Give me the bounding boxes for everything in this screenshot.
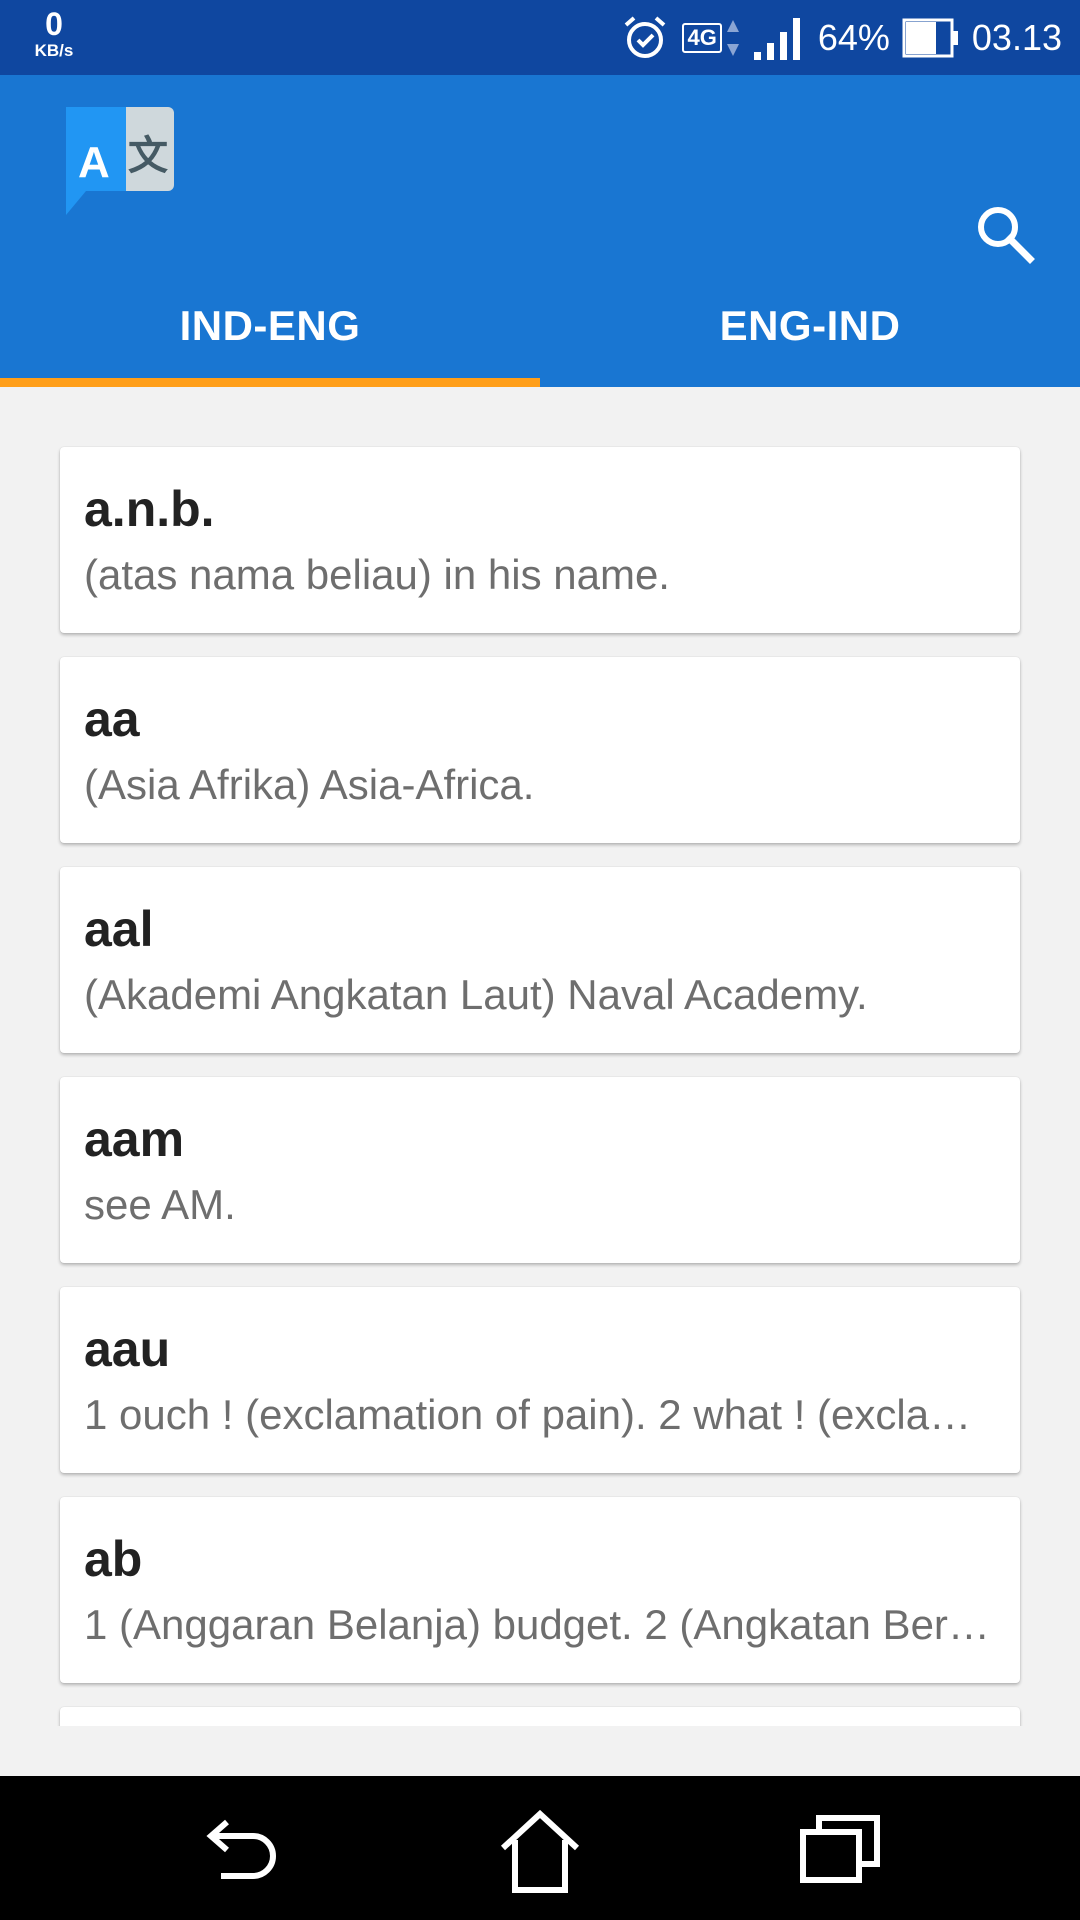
logo-letter: A [78, 138, 110, 187]
battery-percent: 64% [817, 16, 890, 58]
tab-eng-ind[interactable]: ENG-IND [540, 265, 1080, 387]
entry-word: aal [84, 901, 154, 957]
speed-unit: KB/s [34, 41, 74, 60]
alarm-icon [620, 13, 670, 63]
network-speed: 0 KB/s [26, 8, 82, 59]
home-button[interactable] [495, 1806, 585, 1896]
list-item[interactable]: ab 1 (Anggaran Belanja) budget. 2 (Angka… [60, 1497, 1020, 1683]
network-type: 4G [682, 22, 722, 53]
entry-definition: see AM. [84, 1181, 236, 1228]
entry-word: aa [84, 691, 140, 747]
entry-word: ab [84, 1531, 143, 1587]
list-item[interactable]: a.n.b. (atas nama beliau) in his name. [60, 447, 1020, 633]
clock: 03.13 [971, 16, 1062, 58]
list-item[interactable]: aal (Akademi Angkatan Laut) Naval Academ… [60, 867, 1020, 1053]
entry-definition: (atas nama beliau) in his name. [84, 551, 670, 598]
signal-icon [752, 16, 806, 60]
logo-glyph: 文 [128, 133, 168, 179]
list-item-partial[interactable] [60, 1707, 1020, 1726]
back-button[interactable] [195, 1806, 285, 1896]
entry-word: a.n.b. [84, 481, 215, 537]
app-bar: A 文 IND-ENG ENG-IND [0, 75, 1080, 387]
recents-button[interactable] [795, 1806, 885, 1896]
tab-ind-eng[interactable]: IND-ENG [0, 265, 540, 387]
entry-definition: (Asia Afrika) Asia-Africa. [84, 761, 535, 808]
entry-word: aam [84, 1111, 185, 1167]
back-icon [195, 1819, 285, 1900]
battery-icon [902, 18, 960, 58]
translate-logo-icon: A 文 [64, 105, 176, 217]
list-item[interactable]: aau 1 ouch ! (exclamation of pain). 2 wh… [60, 1287, 1020, 1473]
home-icon [495, 1809, 585, 1900]
navigation-bar [0, 1776, 1080, 1920]
search-button[interactable] [972, 201, 1036, 265]
entry-list[interactable]: a.n.b. (atas nama beliau) in his name. a… [0, 387, 1080, 1726]
entry-definition: 1 (Anggaran Belanja) budget. 2 (Angkatan… [84, 1601, 996, 1648]
status-bar: 0 KB/s 4G 64% 03.13 [0, 0, 1080, 75]
speed-value: 0 [45, 6, 63, 42]
network-indicator: 4G [682, 18, 739, 58]
recents-icon [795, 1815, 885, 1900]
entry-definition: (Akademi Angkatan Laut) Naval Academy. [84, 971, 868, 1018]
list-item[interactable]: aa (Asia Afrika) Asia-Africa. [60, 657, 1020, 843]
tab-bar: IND-ENG ENG-IND [0, 265, 1080, 387]
list-item[interactable]: aam see AM. [60, 1077, 1020, 1263]
entry-definition: 1 ouch ! (exclamation of pain). 2 what !… [84, 1391, 996, 1438]
entry-word: aau [84, 1321, 171, 1377]
